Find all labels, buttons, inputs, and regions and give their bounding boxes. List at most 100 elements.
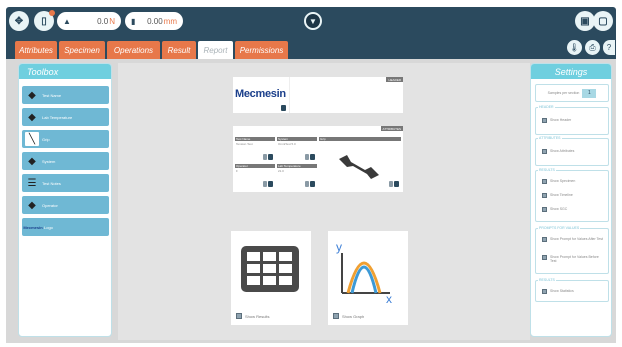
setting-label: Show Prompt for Values After Test: [550, 237, 603, 241]
checkbox[interactable]: [542, 237, 547, 242]
print-icon[interactable]: ⎙: [585, 40, 600, 55]
settings-group-results: RESULTS Show Specimen Show Timeline Show…: [535, 168, 609, 222]
cell-actions: [263, 181, 273, 187]
settings-group-title: PROMPTS FOR VALUES: [538, 226, 581, 230]
tab-bar: Attributes Specimen Operations Result Re…: [6, 35, 616, 59]
checkbox[interactable]: [333, 313, 339, 319]
tag-icon: ◆: [28, 89, 36, 101]
toolbox-item-label: Operator: [42, 202, 58, 208]
report-header-section[interactable]: HEADER Mecmesin: [233, 77, 403, 113]
checkbox[interactable]: [542, 118, 547, 123]
tab-attributes[interactable]: Attributes: [15, 41, 57, 59]
specimen-image: [339, 155, 379, 179]
tab-result[interactable]: Result: [162, 41, 196, 59]
checkbox[interactable]: [542, 255, 547, 260]
cell-actions: [263, 154, 273, 160]
checkbox[interactable]: [542, 289, 547, 294]
samples-per-section-row: Samples per section 1: [535, 84, 609, 102]
settings-title: Settings: [531, 64, 611, 79]
show-header-checkbox-row[interactable]: Show Header: [542, 118, 571, 123]
edit-icon[interactable]: [281, 105, 286, 111]
show-timeline-checkbox-row[interactable]: Show Timeline: [542, 193, 573, 198]
report-attributes-section[interactable]: ATTRIBUTES Test Name Tension Test System…: [233, 126, 403, 192]
section-tag: HEADER: [386, 77, 403, 82]
device-icon[interactable]: ▯: [34, 10, 55, 31]
samples-value-input[interactable]: 1: [582, 88, 597, 98]
notification-dot: [49, 10, 55, 16]
attribute-cell[interactable]: Test Name Tension Test: [235, 137, 275, 162]
settings-panel: Settings Samples per section 1 HEADER Sh…: [530, 63, 612, 337]
weight-icon: ▲: [63, 16, 71, 26]
results-table-icon: [241, 246, 299, 292]
show-prompt-before-checkbox-row[interactable]: Show Prompt for Values Before Test: [542, 255, 606, 263]
report-graph-section[interactable]: y x Show Graph: [328, 231, 408, 325]
window-icon[interactable]: ▢: [593, 11, 613, 31]
checkbox[interactable]: [542, 207, 547, 212]
toolbox-item-test-notes[interactable]: ☰ Test Notes: [22, 174, 109, 192]
settings-group-attributes: ATTRIBUTES Show Attributes: [535, 136, 609, 166]
jog-icon[interactable]: ✥: [9, 11, 29, 31]
section-actions: [281, 105, 286, 111]
help-icon[interactable]: ?: [603, 40, 615, 55]
checkbox[interactable]: [542, 149, 547, 154]
attribute-label: Grip: [320, 137, 326, 141]
toolbox-item-grip[interactable]: ╲ Grip: [22, 130, 109, 148]
show-graph-toggle[interactable]: Show Graph: [333, 313, 364, 319]
tag-icon: ◆: [28, 111, 36, 123]
setting-label: Show Statistics: [550, 289, 574, 293]
toolbox-item-label: Lab Temperature: [42, 114, 73, 120]
checkbox[interactable]: [236, 313, 242, 319]
tag-icon: ◆: [28, 155, 36, 167]
section-tag: ATTRIBUTES: [380, 126, 403, 131]
tab-report[interactable]: Report: [198, 41, 233, 59]
force-value: 0.0: [97, 16, 109, 26]
cell-actions: [389, 181, 399, 187]
toolbox-panel: Toolbox ◆ Test Name ◆ Lab Temperature ╲ …: [18, 63, 112, 337]
show-sgc-checkbox-row[interactable]: Show SGC: [542, 207, 567, 212]
attribute-cell-grip[interactable]: Grip: [319, 137, 401, 189]
checkbox[interactable]: [542, 179, 547, 184]
toolbox-item-system[interactable]: ◆ System: [22, 152, 109, 170]
position-readout: ▮ 0.00 mm: [125, 12, 183, 30]
mecmesin-logo-icon: Mecmesin: [23, 224, 43, 230]
position-value: 0.00: [147, 16, 163, 26]
thermometer-icon[interactable]: 🌡︎: [567, 40, 582, 55]
checkbox[interactable]: [542, 193, 547, 198]
show-specimen-checkbox-row[interactable]: Show Specimen: [542, 179, 575, 184]
toolbox-item-operator[interactable]: ◆ Operator: [22, 196, 109, 214]
toolbox-item-lab-temperature[interactable]: ◆ Lab Temperature: [22, 108, 109, 126]
show-attributes-checkbox-row[interactable]: Show Attributes: [542, 149, 574, 154]
attribute-cell[interactable]: System OmniTest 5.0: [277, 137, 317, 162]
divider: [289, 77, 290, 113]
show-results-toggle[interactable]: Show Results: [236, 313, 269, 319]
attribute-cell[interactable]: Lab Temperature 21.0: [277, 164, 317, 189]
toolbox-item-label: Test Notes: [42, 180, 61, 186]
toolbox-title: Toolbox: [19, 64, 111, 79]
toolbox-item-logo[interactable]: Mecmesin Logo: [22, 218, 109, 236]
position-unit: mm: [163, 16, 177, 26]
report-results-section[interactable]: Show Results: [231, 231, 311, 325]
toolbox-item-label: System: [42, 158, 56, 164]
text-lines-icon: ☰: [27, 177, 37, 189]
show-graph-label: Show Graph: [342, 313, 365, 319]
force-readout: ▲ 0.0 N: [57, 12, 121, 30]
toolbox-item-test-name[interactable]: ◆ Test Name: [22, 86, 109, 104]
display-icon[interactable]: ▣: [575, 11, 595, 31]
top-bar: ✥ ▯ ▲ 0.0 N ▮ 0.00 mm ▼ ▣ ▢: [6, 7, 616, 35]
attribute-label: Lab Temperature: [278, 164, 301, 168]
cell-actions: [305, 154, 315, 160]
attribute-cell[interactable]: Operator F: [235, 164, 275, 189]
shield-logo-icon[interactable]: ▼: [304, 12, 322, 30]
show-prompt-after-checkbox-row[interactable]: Show Prompt for Values After Test: [542, 237, 606, 242]
tab-operations[interactable]: Operations: [107, 41, 160, 59]
tab-permissions[interactable]: Permissions: [235, 41, 288, 59]
setting-label: Show Prompt for Values Before Test: [550, 255, 599, 263]
attribute-value: 21.0: [278, 169, 284, 173]
graph-icon: y x: [336, 240, 392, 305]
toolbox-item-label: Test Name: [42, 92, 62, 98]
setting-label: Show SGC: [550, 207, 568, 211]
show-statistics-checkbox-row[interactable]: Show Statistics: [542, 289, 574, 294]
tab-specimen[interactable]: Specimen: [59, 41, 105, 59]
setting-label: Show Specimen: [550, 179, 576, 183]
mecmesin-logo: Mecmesin: [235, 88, 286, 100]
